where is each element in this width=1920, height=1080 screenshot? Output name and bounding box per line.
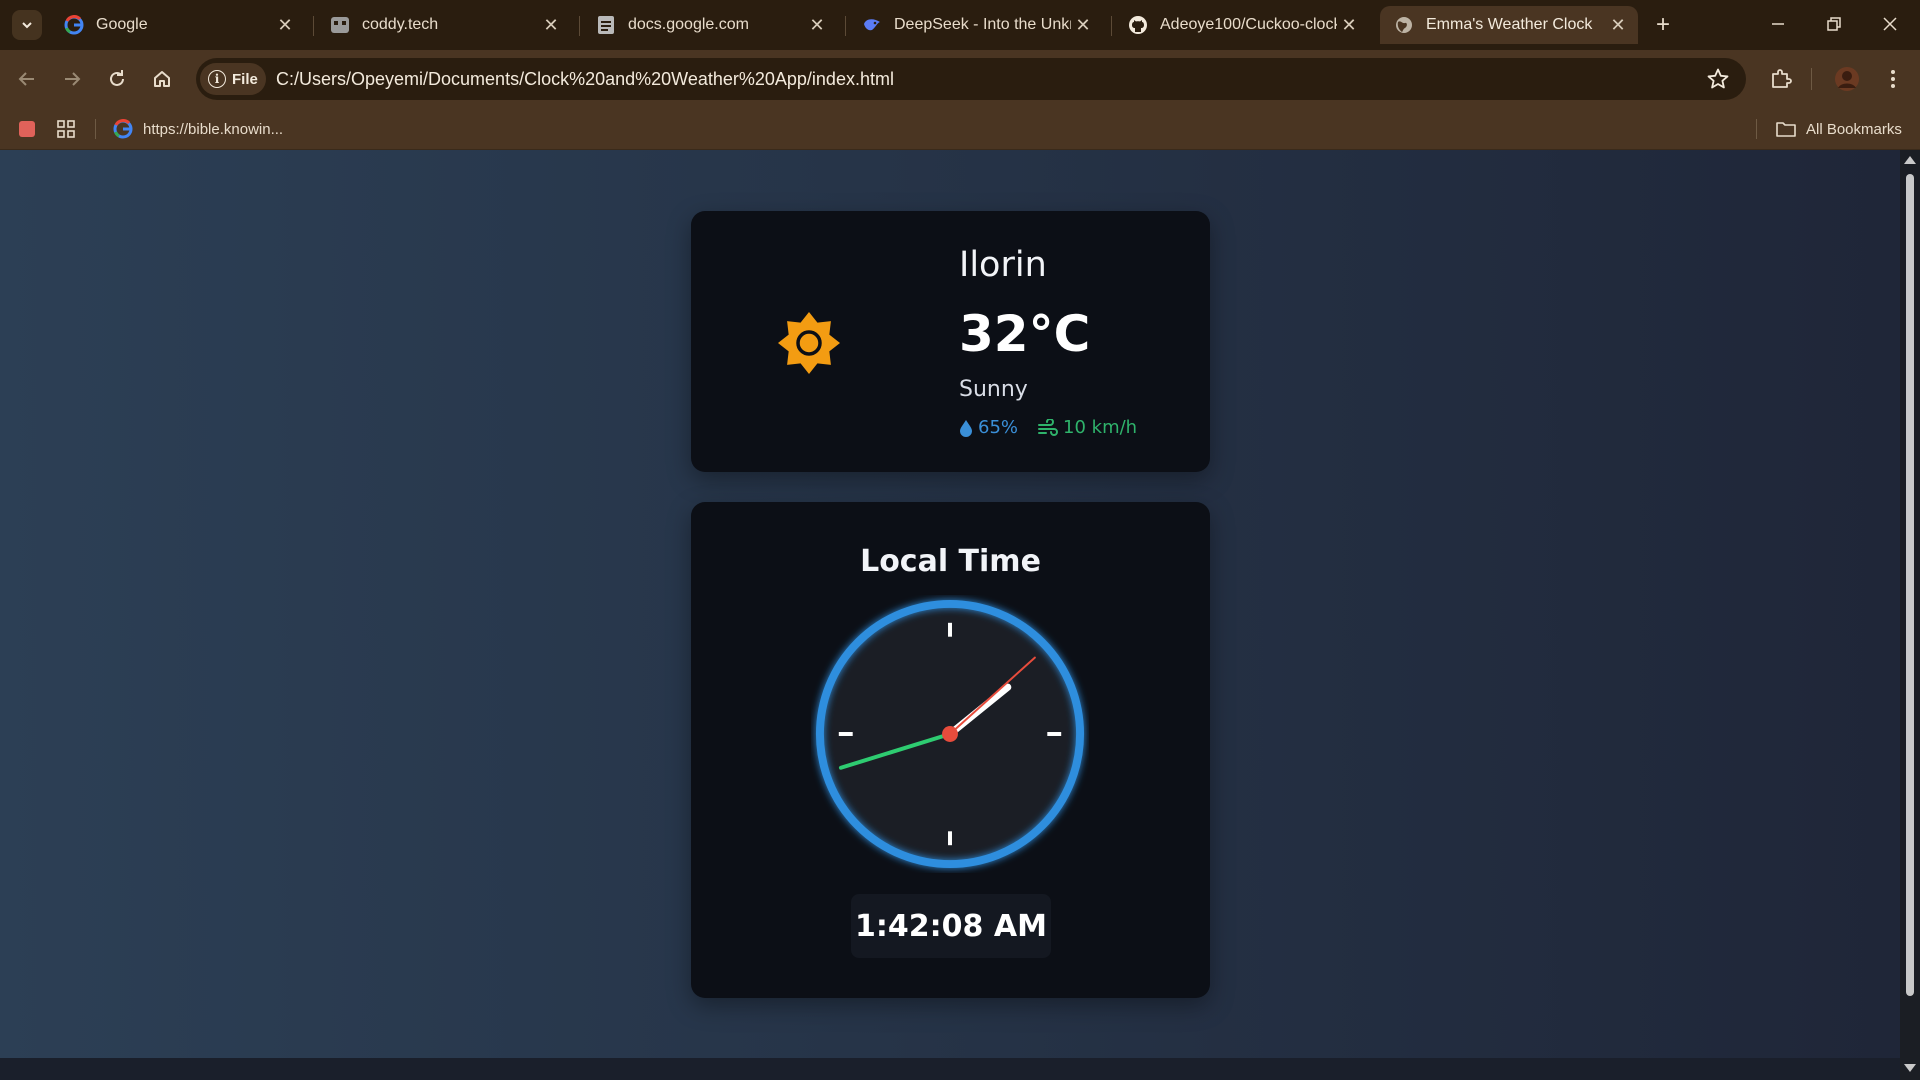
puzzle-icon xyxy=(1772,69,1792,88)
home-button[interactable] xyxy=(145,62,179,96)
folder-icon xyxy=(1776,122,1796,137)
all-bookmarks-button[interactable]: All Bookmarks xyxy=(1776,117,1902,141)
reload-icon xyxy=(110,70,124,86)
new-tab-button[interactable]: + xyxy=(1648,10,1678,40)
close-tab-icon[interactable]: ✕ xyxy=(1606,13,1630,37)
close-window-button[interactable] xyxy=(1862,0,1918,48)
weather-condition: Sunny xyxy=(959,377,1028,402)
url-text[interactable]: C:/Users/Opeyemi/Documents/Clock%20and%2… xyxy=(276,69,894,90)
tab-title: DeepSeek - Into the Unkno xyxy=(894,16,1071,33)
close-tab-icon[interactable]: ✕ xyxy=(1337,13,1361,37)
bookmark-label: https://bible.knowin... xyxy=(143,120,284,138)
tab-separator xyxy=(313,16,314,36)
grid-icon xyxy=(57,120,75,138)
site-info-label: File xyxy=(232,70,258,88)
tab-separator xyxy=(579,16,580,36)
bookmark-star-icon[interactable] xyxy=(1706,67,1730,91)
clock-center-dot xyxy=(942,726,958,742)
reload-button[interactable] xyxy=(100,62,134,96)
tab-title: docs.google.com xyxy=(628,16,749,33)
minimize-button[interactable] xyxy=(1750,0,1806,48)
coddy-icon xyxy=(330,15,350,35)
info-icon: i xyxy=(208,70,226,88)
scroll-up-arrow[interactable] xyxy=(1904,156,1916,164)
tab-deepseek[interactable]: DeepSeek - Into the Unkno ✕ xyxy=(848,6,1103,44)
close-icon xyxy=(1883,17,1897,31)
deepseek-icon xyxy=(862,15,882,35)
clock-title: Local Time xyxy=(860,544,1041,579)
tab-separator xyxy=(845,16,846,36)
tab-docs[interactable]: docs.google.com ✕ xyxy=(582,6,837,44)
humidity-value: 65% xyxy=(978,417,1019,438)
tab-title: Emma's Weather Clock xyxy=(1426,16,1593,33)
weather-card: Ilorin 32°C Sunny 65% 10 km/h xyxy=(691,211,1210,472)
city-name: Ilorin xyxy=(959,245,1047,285)
tab-emmas-weather-clock[interactable]: Emma's Weather Clock ✕ xyxy=(1380,6,1638,44)
avatar xyxy=(1835,67,1859,91)
sun-icon xyxy=(778,312,840,374)
minimize-icon xyxy=(1772,23,1784,25)
restore-icon xyxy=(1827,17,1841,31)
arrow-right-icon xyxy=(65,72,81,86)
weather-stats: 65% 10 km/h xyxy=(959,417,1137,438)
browser-menu-button[interactable] xyxy=(1876,62,1910,96)
more-vert-icon xyxy=(1891,70,1895,88)
bookmark-divider xyxy=(95,119,96,139)
scroll-thumb[interactable] xyxy=(1906,174,1914,996)
scroll-down-arrow[interactable] xyxy=(1904,1064,1916,1072)
apps-button[interactable] xyxy=(56,117,76,141)
temperature: 32°C xyxy=(959,305,1091,363)
tab-strip: Google ✕ coddy.tech ✕ docs.google.com ✕ … xyxy=(0,0,1920,50)
sun-disc xyxy=(789,323,829,363)
page-bottom-strip xyxy=(0,1058,1900,1080)
close-tab-icon[interactable]: ✕ xyxy=(539,13,563,37)
tab-search-button[interactable] xyxy=(12,10,42,40)
close-tab-icon[interactable]: ✕ xyxy=(1071,13,1095,37)
analog-clock xyxy=(815,599,1085,869)
site-info-chip[interactable]: i File xyxy=(200,63,266,95)
tab-title: coddy.tech xyxy=(362,16,439,33)
wind-value: 10 km/h xyxy=(1063,417,1138,438)
close-tab-icon[interactable]: ✕ xyxy=(805,13,829,37)
bookmark-divider xyxy=(1756,119,1757,139)
app-icon xyxy=(19,121,35,137)
chevron-down-icon xyxy=(22,22,32,29)
tab-github[interactable]: Adeoye100/Cuckoo-clock- ✕ xyxy=(1114,6,1369,44)
tab-title: Adeoye100/Cuckoo-clock- xyxy=(1160,16,1337,33)
address-bar[interactable]: i File C:/Users/Opeyemi/Documents/Clock%… xyxy=(196,58,1746,100)
bookmarks-bar: https://bible.knowin... All Bookmarks xyxy=(0,107,1920,150)
tab-title: Google xyxy=(96,16,148,33)
bookmark-bible[interactable]: https://bible.knowin... xyxy=(113,117,283,141)
bookmark-app-red[interactable] xyxy=(18,117,36,141)
profile-button[interactable] xyxy=(1830,62,1864,96)
water-drop-icon xyxy=(960,419,972,437)
restore-button[interactable] xyxy=(1806,0,1862,48)
arrow-left-icon xyxy=(18,72,34,86)
google-icon xyxy=(64,15,84,35)
tab-coddy[interactable]: coddy.tech ✕ xyxy=(316,6,571,44)
vertical-scrollbar[interactable] xyxy=(1900,150,1920,1080)
humidity: 65% xyxy=(959,417,1018,438)
browser-toolbar: i File C:/Users/Opeyemi/Documents/Clock%… xyxy=(0,50,1920,107)
home-icon xyxy=(154,71,170,87)
wind: 10 km/h xyxy=(1038,417,1137,438)
back-button[interactable] xyxy=(10,62,44,96)
tab-separator xyxy=(1111,16,1112,36)
wind-icon xyxy=(1038,418,1058,436)
docs-icon xyxy=(596,15,616,35)
digital-time: 1:42:08 AM xyxy=(851,894,1051,958)
close-tab-icon[interactable]: ✕ xyxy=(273,13,297,37)
all-bookmarks-label: All Bookmarks xyxy=(1806,120,1902,138)
extensions-button[interactable] xyxy=(1764,62,1798,96)
clock-card: Local Time 1:42:08 AM xyxy=(691,502,1210,998)
tab-google[interactable]: Google ✕ xyxy=(50,6,305,44)
toolbar-divider xyxy=(1811,68,1812,90)
globe-icon xyxy=(1394,15,1414,35)
github-icon xyxy=(1128,15,1148,35)
forward-button[interactable] xyxy=(55,62,89,96)
google-icon xyxy=(113,119,133,139)
